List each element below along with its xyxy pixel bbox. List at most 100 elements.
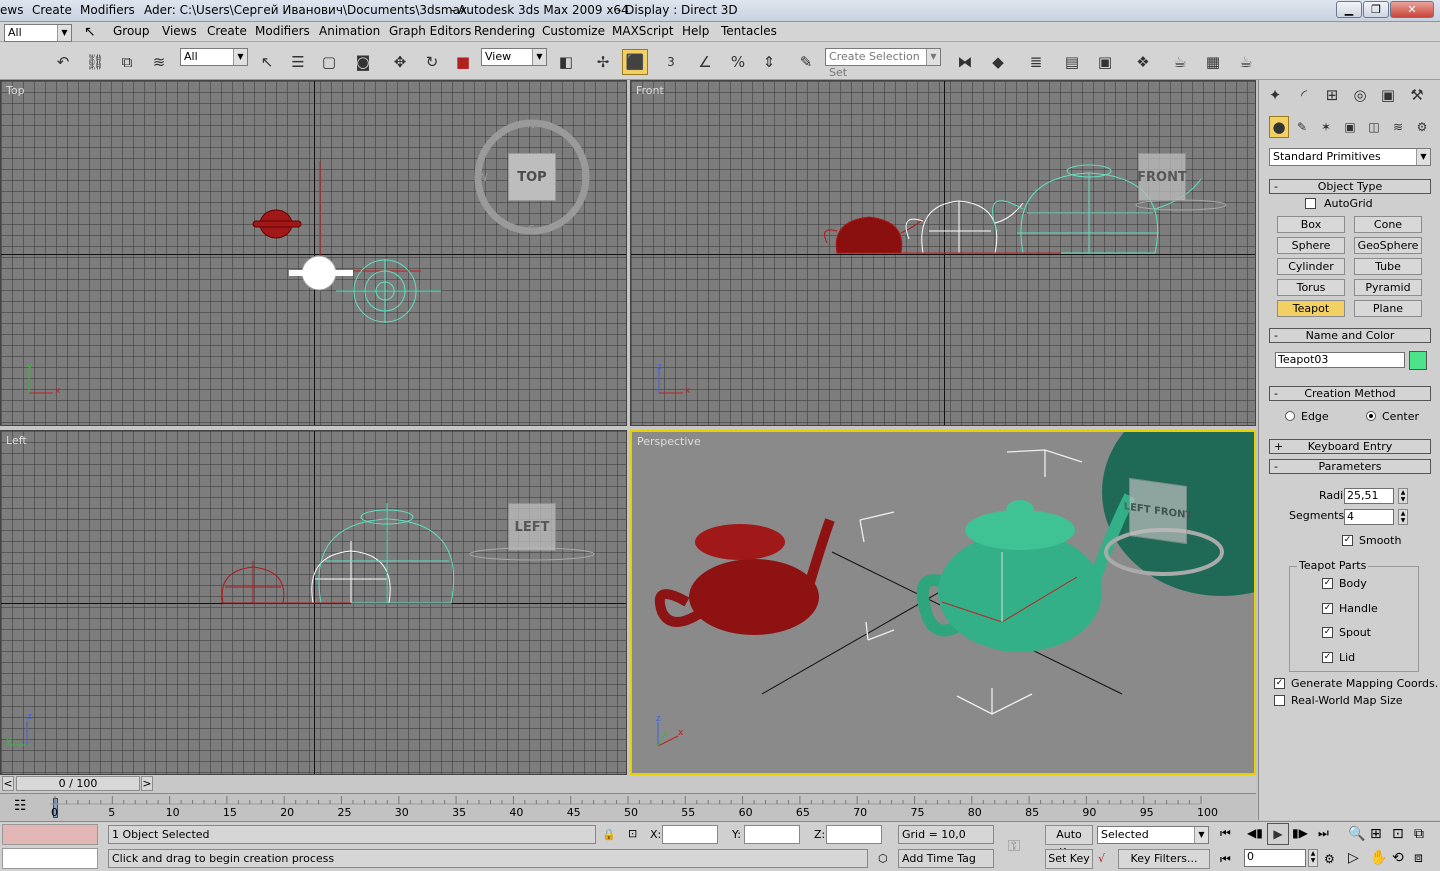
named-selection-set-combo[interactable]: Create Selection Set ▼ xyxy=(825,48,941,79)
menu-maxscript[interactable]: MAXScript xyxy=(612,24,674,38)
pan-icon[interactable]: ✋ xyxy=(1370,850,1387,866)
align-icon[interactable]: ◆ xyxy=(985,49,1011,75)
menu-views[interactable]: Views xyxy=(162,24,197,38)
zoom-extents-all-icon[interactable]: ⧉ xyxy=(1414,826,1424,842)
menu-graph-editors[interactable]: Graph Editors xyxy=(389,24,471,38)
layer-filter-combo[interactable]: All ▼ xyxy=(4,24,72,42)
rollout-keyboard-entry[interactable]: + Keyboard Entry xyxy=(1269,439,1431,454)
menu-group[interactable]: Group xyxy=(113,24,150,38)
move-icon[interactable]: ✥ xyxy=(387,49,413,75)
restore-button[interactable]: ❐ xyxy=(1363,1,1389,18)
edge-radio[interactable] xyxy=(1285,411,1295,421)
schematic-view-icon[interactable]: ▣ xyxy=(1092,49,1118,75)
link-icon[interactable]: ⛓ xyxy=(82,49,108,75)
scale-icon[interactable]: ■ xyxy=(450,49,476,75)
orbit-icon[interactable]: ⟲ xyxy=(1392,850,1404,866)
undo-icon[interactable]: ↶ xyxy=(50,49,76,75)
zoom-icon[interactable]: 🔍 xyxy=(1348,826,1365,842)
quick-render-icon[interactable]: ☕ xyxy=(1233,49,1259,75)
menu-animation[interactable]: Animation xyxy=(319,24,380,38)
frame-spinner[interactable]: ▲ ▼ xyxy=(1308,849,1318,867)
set-key-button[interactable]: Set Key xyxy=(1045,849,1093,869)
layer-manager-icon[interactable]: ≣ xyxy=(1023,49,1049,75)
lock-selection-icon[interactable]: 🔒 xyxy=(602,828,616,841)
torus-button[interactable]: Torus xyxy=(1277,279,1345,296)
menu-tentacles[interactable]: Tentacles xyxy=(721,24,777,38)
geometry-icon[interactable]: ● xyxy=(1269,116,1289,138)
viewport-left[interactable]: Left LEFT z y xyxy=(0,430,627,775)
time-prev-button[interactable]: < xyxy=(2,776,14,791)
plane-button[interactable]: Plane xyxy=(1354,300,1422,317)
viewcube-front[interactable]: FRONT xyxy=(1137,153,1187,201)
menu-customize[interactable]: Customize xyxy=(542,24,605,38)
viewport-perspective[interactable]: Perspective LEFT FRONT x z xyxy=(630,430,1256,775)
menu-help[interactable]: Help xyxy=(682,24,709,38)
keyboard-shortcut-toggle-icon[interactable]: ⬛ xyxy=(622,49,648,75)
segments-input[interactable]: 4 xyxy=(1344,509,1394,525)
viewport-top[interactable]: Top TOP N S E W x y xyxy=(0,80,627,426)
edit-named-sel-icon[interactable]: ✎ xyxy=(793,49,819,75)
object-name-field[interactable]: Teapot03 xyxy=(1275,352,1405,368)
smooth-checkbox[interactable]: ✓ xyxy=(1342,535,1353,546)
rect-selection-icon[interactable]: ▢ xyxy=(316,49,342,75)
window-crossing-icon[interactable]: ◙ xyxy=(350,49,376,75)
pivot-center-icon[interactable]: ◧ xyxy=(553,49,579,75)
cylinder-button[interactable]: Cylinder xyxy=(1277,258,1345,275)
add-time-tag[interactable]: Add Time Tag xyxy=(898,849,994,868)
autogrid-checkbox[interactable] xyxy=(1305,198,1316,209)
tube-button[interactable]: Tube xyxy=(1354,258,1422,275)
rendered-frame-icon[interactable]: ▦ xyxy=(1200,49,1226,75)
box-button[interactable]: Box xyxy=(1277,216,1345,233)
goto-start-icon[interactable]: ⏮ xyxy=(1220,826,1231,841)
time-slider-thumb[interactable]: 0 / 100 xyxy=(16,776,140,791)
key-filters-button[interactable]: Key Filters... xyxy=(1118,849,1210,869)
sphere-button[interactable]: Sphere xyxy=(1277,237,1345,254)
absolute-mode-icon[interactable]: ⊡ xyxy=(628,827,637,840)
menu-rendering[interactable]: Rendering xyxy=(474,24,535,38)
viewcube-left[interactable]: LEFT xyxy=(508,503,556,551)
real-world-checkbox[interactable] xyxy=(1274,695,1285,706)
y-coord-field[interactable] xyxy=(744,825,800,844)
viewcube-top[interactable]: TOP xyxy=(508,153,556,201)
maxscript-listener-white[interactable] xyxy=(2,848,98,869)
rotate-icon[interactable]: ↻ xyxy=(419,49,445,75)
radius-input[interactable]: 25,51 xyxy=(1344,488,1394,504)
z-coord-field[interactable] xyxy=(826,825,882,844)
modify-tab-icon[interactable]: ◜ xyxy=(1291,82,1317,108)
lid-checkbox[interactable]: ✓ xyxy=(1322,652,1333,663)
lights-icon[interactable]: ✶ xyxy=(1315,116,1337,138)
geosphere-button[interactable]: GeoSphere xyxy=(1354,237,1422,254)
segments-spinner[interactable]: ▲ ▼ xyxy=(1398,509,1408,525)
spacewarps-icon[interactable]: ≋ xyxy=(1387,116,1409,138)
gen-mapping-checkbox[interactable]: ✓ xyxy=(1274,678,1285,689)
zoom-all-icon[interactable]: ⊞ xyxy=(1370,826,1382,842)
maxscript-listener-pink[interactable] xyxy=(2,824,98,845)
cameras-icon[interactable]: ▣ xyxy=(1339,116,1361,138)
manipulate-icon[interactable]: ✢ xyxy=(590,49,616,75)
rollout-parameters[interactable]: - Parameters xyxy=(1269,459,1431,474)
maximize-viewport-icon[interactable]: ⧈ xyxy=(1414,850,1423,866)
zoom-extents-icon[interactable]: ⊡ xyxy=(1392,826,1404,842)
pyramid-button[interactable]: Pyramid xyxy=(1354,279,1422,296)
goto-end-icon[interactable]: ⏭ xyxy=(1318,826,1329,841)
menu-modifiers[interactable]: Modifiers xyxy=(255,24,310,38)
menu-views-cut[interactable]: ews xyxy=(0,3,23,17)
close-button[interactable]: ✕ xyxy=(1390,1,1434,18)
key-mode-icon[interactable]: √ xyxy=(1098,852,1105,865)
select-object-icon[interactable]: ↖ xyxy=(254,49,280,75)
selection-filter-combo[interactable]: All ▼ xyxy=(180,48,248,66)
select-cursor-icon[interactable]: ↖ xyxy=(84,24,96,40)
radius-spinner[interactable]: ▲ ▼ xyxy=(1398,488,1408,504)
next-frame-icon[interactable]: ▮▶ xyxy=(1292,826,1308,840)
viewport-front[interactable]: Front FRONT x z xyxy=(630,80,1256,426)
rollout-name-color[interactable]: - Name and Color xyxy=(1269,328,1431,343)
select-by-name-icon[interactable]: ☰ xyxy=(285,49,311,75)
handle-checkbox[interactable]: ✓ xyxy=(1322,603,1333,614)
object-color-swatch[interactable] xyxy=(1409,351,1427,370)
viewcube-perspective[interactable]: LEFT FRONT xyxy=(1124,477,1192,545)
body-checkbox[interactable]: ✓ xyxy=(1322,578,1333,589)
material-editor-icon[interactable]: ❖ xyxy=(1130,49,1156,75)
play-icon[interactable]: ▶ xyxy=(1267,823,1289,845)
teapot-button[interactable]: Teapot xyxy=(1277,300,1345,317)
bind-space-warp-icon[interactable]: ≋ xyxy=(146,49,172,75)
